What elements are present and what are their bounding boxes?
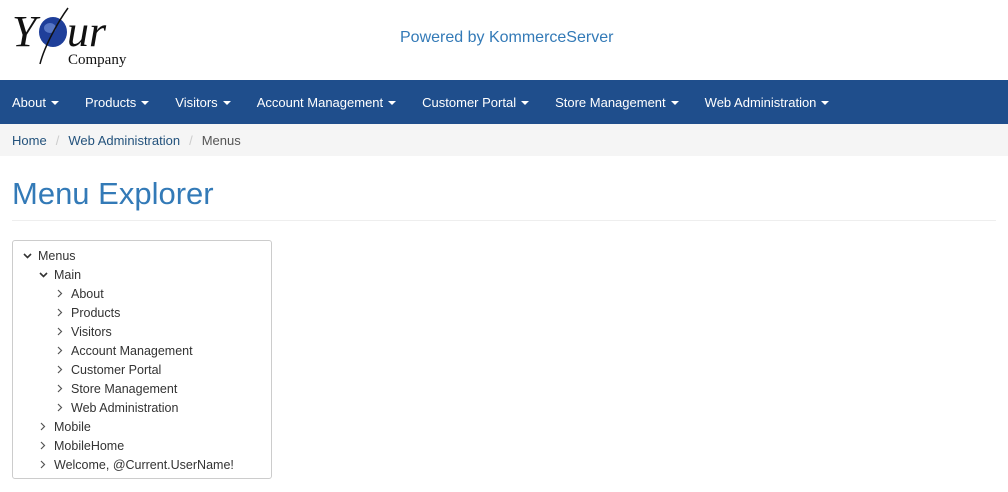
caret-down-icon <box>388 101 397 105</box>
tree-node-products[interactable]: Products <box>13 303 271 322</box>
svg-text:Company: Company <box>68 52 127 68</box>
menu-tree: Menus Main About Products Visitors Accou… <box>12 240 272 479</box>
tree-node-label: Main <box>54 267 82 282</box>
caret-down-icon <box>521 101 530 105</box>
powered-by-text: Powered by KommerceServer <box>400 29 614 46</box>
svg-text:Y: Y <box>12 7 41 56</box>
main-navbar: About Products Visitors Account Manageme… <box>0 80 1008 124</box>
breadcrumb-separator: / <box>189 132 193 148</box>
chevron-right-icon[interactable] <box>54 365 66 374</box>
chevron-right-icon[interactable] <box>54 327 66 336</box>
tree-node-web-administration[interactable]: Web Administration <box>13 398 271 417</box>
nav-item-label: Customer Portal <box>422 94 517 110</box>
breadcrumb-separator: / <box>55 132 60 148</box>
tree-node-store-management[interactable]: Store Management <box>13 379 271 398</box>
chevron-right-icon[interactable] <box>54 308 66 317</box>
tree-node-account-management[interactable]: Account Management <box>13 341 271 360</box>
tree-node-welcome[interactable]: Welcome, @Current.UserName! <box>13 455 271 474</box>
tree-node-label: Web Administration <box>71 400 179 415</box>
caret-down-icon <box>821 101 830 105</box>
company-logo[interactable]: Y ur Company <box>10 4 140 74</box>
tree-node-label: Account Management <box>71 343 193 358</box>
tree-node-main[interactable]: Main <box>13 265 271 284</box>
caret-down-icon <box>670 101 679 105</box>
nav-item-about[interactable]: About <box>12 95 59 110</box>
title-divider <box>12 220 996 221</box>
caret-down-icon <box>50 101 59 105</box>
tree-node-label: Store Management <box>71 381 178 396</box>
tree-node-mobilehome[interactable]: MobileHome <box>13 436 271 455</box>
svg-text:ur: ur <box>67 7 107 56</box>
caret-down-icon <box>222 101 231 105</box>
nav-item-label: Products <box>84 94 137 110</box>
breadcrumb-web-administration-link[interactable]: Web Administration <box>68 133 180 148</box>
tree-node-visitors[interactable]: Visitors <box>13 322 271 341</box>
breadcrumb: Home / Web Administration / Menus <box>0 124 1008 156</box>
chevron-down-icon[interactable] <box>21 252 33 259</box>
tree-node-label: Customer Portal <box>71 362 162 377</box>
site-header: Y ur Company Powered by KommerceServer <box>0 0 1008 80</box>
caret-down-icon <box>141 101 150 105</box>
tree-node-label: Visitors <box>71 324 112 339</box>
chevron-right-icon[interactable] <box>54 289 66 298</box>
nav-item-account-management[interactable]: Account Management <box>256 94 397 110</box>
breadcrumb-home-link[interactable]: Home <box>12 133 47 148</box>
chevron-right-icon[interactable] <box>54 346 66 355</box>
tree-node-label: About <box>71 286 104 301</box>
logo-graphic: Y ur Company <box>12 7 127 68</box>
tree-node-label: Welcome, @Current.UserName! <box>54 457 234 472</box>
nav-item-visitors[interactable]: Visitors <box>175 94 231 110</box>
page-title: Menu Explorer <box>12 176 214 211</box>
tree-node-mobile[interactable]: Mobile <box>13 417 271 436</box>
nav-item-customer-portal[interactable]: Customer Portal <box>422 94 530 110</box>
tree-node-label: Menus <box>38 248 76 263</box>
nav-item-store-management[interactable]: Store Management <box>555 95 679 110</box>
tree-node-customer-portal[interactable]: Customer Portal <box>13 360 271 379</box>
chevron-right-icon[interactable] <box>54 403 66 412</box>
chevron-right-icon[interactable] <box>54 384 66 393</box>
tree-node-menus[interactable]: Menus <box>13 246 271 265</box>
tree-node-about[interactable]: About <box>13 284 271 303</box>
tree-node-label: MobileHome <box>54 438 125 453</box>
chevron-right-icon[interactable] <box>37 460 49 469</box>
breadcrumb-current: Menus <box>201 132 241 148</box>
chevron-down-icon[interactable] <box>37 271 49 278</box>
tree-node-label: Products <box>71 305 121 320</box>
chevron-right-icon[interactable] <box>37 422 49 431</box>
nav-item-products[interactable]: Products <box>84 94 150 110</box>
nav-item-label: Account Management <box>256 94 384 110</box>
chevron-right-icon[interactable] <box>37 441 49 450</box>
nav-item-web-administration[interactable]: Web Administration <box>705 95 830 110</box>
nav-item-label: Web Administration <box>704 94 817 110</box>
tree-node-label: Mobile <box>54 419 91 434</box>
nav-item-label: Visitors <box>175 94 218 110</box>
nav-item-label: Store Management <box>555 94 666 110</box>
nav-item-label: About <box>12 94 46 110</box>
